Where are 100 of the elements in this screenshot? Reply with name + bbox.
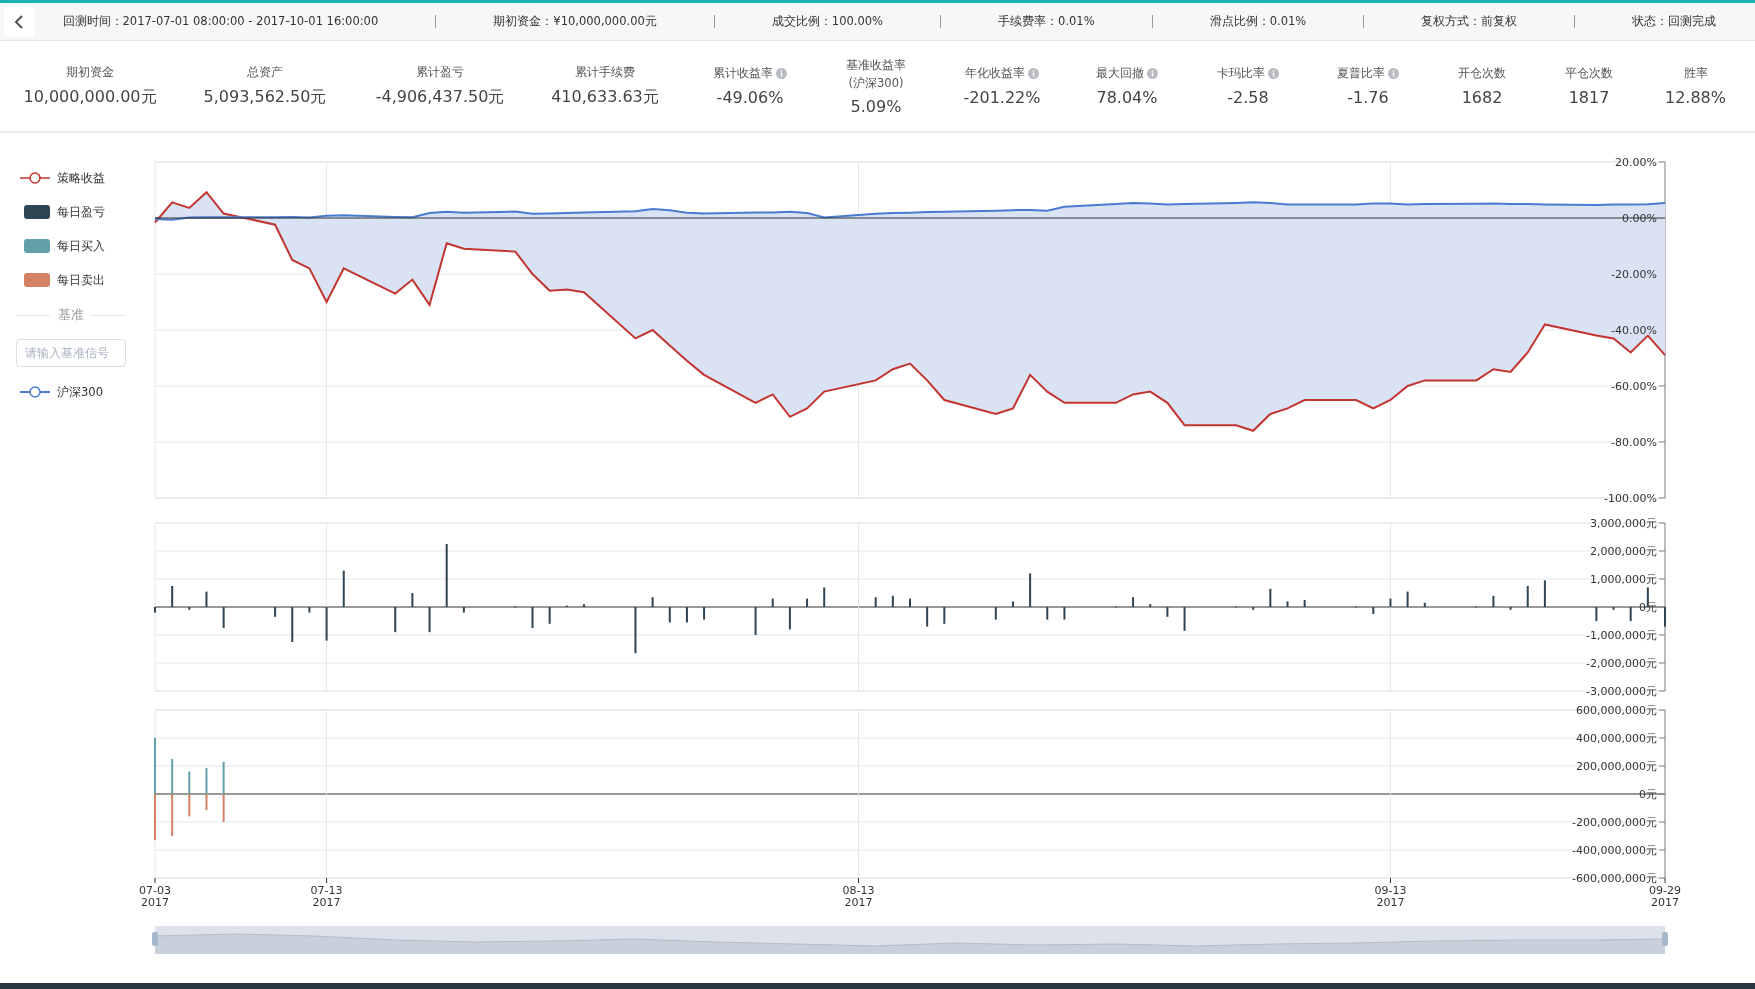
stat-value: 5,093,562.50元 [203, 87, 327, 108]
bar [1029, 573, 1032, 607]
bar [1389, 598, 1392, 607]
axis-label: 0元 [1639, 788, 1657, 801]
stat-value: 1682 [1461, 88, 1503, 107]
legend-item[interactable]: 每日买入 [20, 229, 125, 263]
info-item: 复权方式：前复权 [1421, 14, 1518, 29]
info-icon[interactable] [776, 68, 787, 79]
axis-label: -80.00% [1611, 436, 1657, 449]
bar [891, 595, 894, 607]
stat-label: 平仓次数 [1565, 65, 1613, 82]
axis-label: -1,000,000元 [1586, 629, 1657, 642]
axis-label: 07-13 2017 [310, 884, 343, 909]
bar [634, 607, 637, 654]
axis-label: -600,000,000元 [1572, 872, 1657, 885]
info-icon[interactable] [1268, 68, 1279, 79]
axis-label: -200,000,000元 [1572, 816, 1657, 829]
bar [1509, 607, 1512, 610]
stat-value: 12.88% [1665, 88, 1726, 107]
bar [926, 607, 929, 627]
bar [308, 607, 311, 613]
stat-label: 开仓次数 [1458, 65, 1506, 82]
info-icon[interactable] [1147, 68, 1158, 79]
legend-item[interactable]: 沪深300 [20, 375, 125, 409]
bar [325, 607, 328, 641]
stat-label: 累计收益率 [713, 65, 773, 82]
axis-label: 3,000,000元 [1590, 517, 1657, 530]
bar [205, 591, 208, 607]
stat-label: 年化收益率 [965, 65, 1025, 82]
stat-label: 卡玛比率 [1217, 65, 1265, 82]
info-icon[interactable] [1028, 68, 1039, 79]
slider-handle[interactable] [1662, 932, 1668, 946]
stat-value: -4,906,437.50元 [375, 87, 505, 108]
legend-item[interactable]: 策略收益 [20, 161, 125, 195]
axis-label: 0元 [1639, 601, 1657, 614]
axis-label: 08-13 2017 [842, 884, 875, 909]
axis-label: 400,000,000元 [1576, 732, 1657, 745]
bar [823, 587, 826, 607]
bar [394, 607, 397, 633]
line-marker-icon [20, 386, 50, 398]
stat-value: 78.04% [1096, 88, 1158, 107]
bar [462, 607, 465, 613]
bar [994, 607, 997, 620]
axis-label: 20.00% [1615, 156, 1657, 169]
stat-sublabel: (沪深300) [848, 75, 904, 91]
bar [788, 607, 791, 630]
axis-label: -400,000,000元 [1572, 844, 1657, 857]
bar [291, 607, 294, 642]
stat-value: 410,633.63元 [551, 87, 659, 108]
bar [1166, 607, 1169, 617]
stat-label: 胜率 [1683, 65, 1708, 82]
slider-handle[interactable] [152, 932, 158, 946]
stat-value: 10,000,000.00元 [23, 87, 157, 108]
bar [1543, 580, 1546, 607]
axis-label: 07-03 2017 [139, 884, 171, 909]
stat-value: -201.22% [963, 88, 1041, 107]
axis-label: -100.00% [1604, 492, 1657, 505]
axis-label: 600,000,000元 [1576, 704, 1657, 717]
bar [1286, 601, 1289, 607]
bar [1423, 602, 1426, 607]
stat-label: 累计手续费 [575, 64, 635, 81]
bar [668, 607, 671, 623]
bar [1406, 591, 1409, 607]
stat-label: 最大回撤 [1096, 65, 1144, 82]
legend-item[interactable]: 每日盈亏 [20, 195, 125, 229]
chevron-left-icon [13, 13, 25, 30]
bar [445, 544, 448, 607]
bar [1612, 607, 1615, 610]
benchmark-input[interactable]: 请输入基准信号 [16, 339, 126, 367]
bar [754, 607, 757, 635]
axis-label: -60.00% [1611, 380, 1657, 393]
stat-label: 总资产 [247, 64, 283, 81]
bar [1492, 595, 1495, 607]
bar [806, 598, 809, 607]
bar [651, 597, 654, 607]
bar [1526, 586, 1529, 607]
info-icon[interactable] [1388, 68, 1399, 79]
legend-item[interactable]: 每日卖出 [20, 263, 125, 297]
bar [943, 607, 946, 624]
bar [874, 597, 877, 607]
bar [771, 598, 774, 607]
bar [171, 586, 174, 607]
axis-label: 0.00% [1622, 212, 1657, 225]
bar [1183, 607, 1186, 631]
bar [548, 607, 551, 624]
bar [274, 607, 277, 617]
axis-label: -2,000,000元 [1586, 657, 1657, 670]
bar [411, 593, 414, 607]
bar [1046, 607, 1049, 620]
axis-label: -3,000,000元 [1586, 685, 1657, 698]
bar [1269, 588, 1272, 607]
back-button[interactable] [4, 6, 34, 37]
section-heading: 基准 [57, 306, 84, 324]
stat-value: -49.06% [716, 88, 784, 107]
info-item: 手续费率：0.01% [998, 14, 1095, 29]
axis-label: 1,000,000元 [1590, 573, 1657, 586]
bar [222, 607, 225, 628]
info-item: 滑点比例：0.01% [1209, 14, 1307, 29]
axis-label: -20.00% [1611, 268, 1657, 281]
stat-label: 基准收益率 [846, 56, 906, 74]
